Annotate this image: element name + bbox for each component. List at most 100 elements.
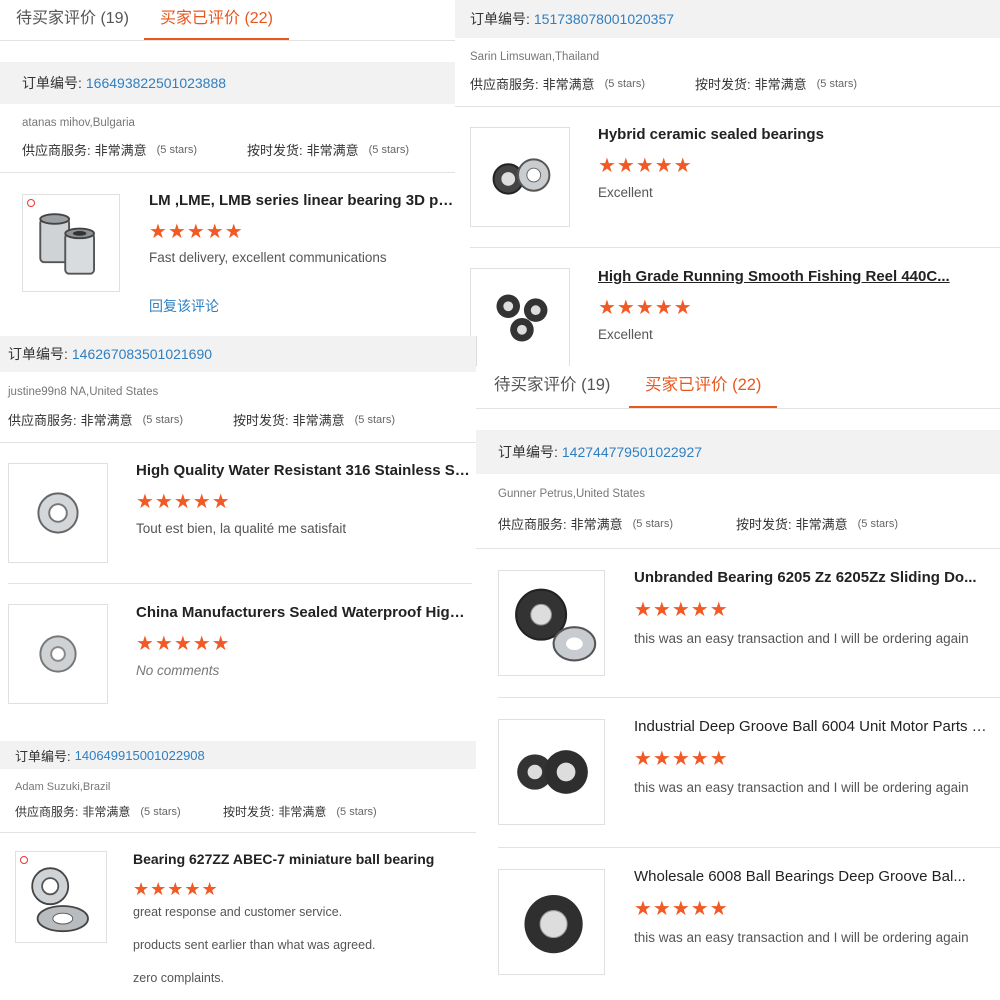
review-item: Wholesale 6008 Ball Bearings Deep Groove… — [476, 848, 1000, 998]
product-title-link[interactable]: Wholesale 6008 Ball Bearings Deep Groove… — [634, 868, 996, 885]
buyer-name: Gunner Petrus,United States — [498, 488, 646, 500]
review-item: Bearing 627ZZ ABEC-7 miniature ball bear… — [0, 833, 478, 1000]
seller-ratings: 供应商服务: 非常满意 (5 stars) 按时发货: 非常满意 (5 star… — [22, 140, 409, 159]
product-title-link[interactable]: Unbranded Bearing 6205 Zz 6205Zz Sliding… — [634, 569, 996, 586]
review-item: Hybrid ceramic sealed bearings ★★★★★ Exc… — [455, 106, 1000, 248]
ball-bearing-icon — [37, 492, 79, 534]
shipping-label: 按时发货: — [695, 77, 751, 92]
review-item: Unbranded Bearing 6205 Zz 6205Zz Sliding… — [476, 549, 1000, 697]
review-comment-line: great response and customer service. — [133, 905, 343, 919]
product-title-link[interactable]: Bearing 627ZZ ABEC-7 miniature ball bear… — [133, 851, 473, 867]
service-value: 非常满意 — [80, 413, 133, 428]
product-thumbnail[interactable] — [8, 463, 108, 563]
seller-ratings: 供应商服务: 非常满意 (5 stars) 按时发货: 非常满意 (5 star… — [470, 74, 857, 93]
tab-reviewed[interactable]: 买家已评价 (22) — [629, 366, 778, 408]
service-label: 供应商服务: — [15, 805, 79, 819]
shipping-value: 非常满意 — [292, 413, 345, 428]
ball-bearing-icon — [515, 588, 597, 662]
product-thumbnail[interactable] — [498, 719, 605, 825]
service-label: 供应商服务: — [470, 77, 539, 92]
rating-stars: ★★★★★ — [136, 633, 231, 655]
shipping-stars: (5 stars) — [336, 805, 377, 818]
review-comment: Tout est bien, la qualité me satisfait — [136, 521, 347, 536]
service-stars: (5 stars) — [604, 77, 645, 90]
product-thumbnail[interactable] — [498, 570, 605, 676]
review-comment: No comments — [136, 663, 220, 678]
rating-stars: ★★★★★ — [136, 491, 231, 513]
order-number-link[interactable]: 166493822501023888 — [86, 75, 226, 91]
review-item: High Grade Running Smooth Fishing Reel 4… — [455, 248, 1000, 366]
review-comment: Excellent — [598, 185, 653, 200]
order-number-link[interactable]: 140649915001022908 — [75, 748, 205, 763]
order-number-link[interactable]: 142744779501022927 — [562, 444, 702, 460]
shipping-stars: (5 stars) — [857, 517, 898, 530]
order-bar: 订单编号: 146267083501021690 — [0, 336, 476, 372]
order-label: 订单编号: — [15, 748, 71, 764]
buyer-name: atanas mihov,Bulgaria — [22, 117, 135, 129]
ball-bearing-icon — [496, 294, 548, 342]
product-thumbnail[interactable] — [498, 869, 605, 975]
seller-ratings: 供应商服务: 非常满意 (5 stars) 按时发货: 非常满意 (5 star… — [15, 803, 377, 820]
ball-bearing-icon — [517, 750, 588, 794]
product-thumbnail[interactable] — [8, 604, 108, 704]
review-item: Industrial Deep Groove Ball 6004 Unit Mo… — [476, 698, 1000, 848]
order-bar: 订单编号: 140649915001022908 — [0, 741, 478, 769]
shipping-value: 非常满意 — [795, 517, 848, 532]
product-title-link[interactable]: High Grade Running Smooth Fishing Reel 4… — [598, 268, 988, 285]
product-title-link[interactable]: Hybrid ceramic sealed bearings — [598, 126, 988, 143]
rating-stars: ★★★★★ — [598, 155, 693, 177]
shipping-stars: (5 stars) — [816, 77, 857, 90]
service-value: 非常满意 — [570, 517, 623, 532]
review-comment: this was an easy transaction and I will … — [634, 780, 969, 795]
product-title-link[interactable]: China Manufacturers Sealed Waterproof Hi… — [136, 604, 472, 621]
order-label: 订单编号: — [470, 11, 530, 27]
ball-bearing-icon — [492, 158, 551, 195]
review-panel-c: 订单编号: 146267083501021690 justine99n8 NA,… — [0, 336, 477, 741]
rating-stars: ★★★★★ — [598, 297, 693, 319]
service-stars: (5 stars) — [142, 413, 183, 426]
ball-bearing-icon — [31, 867, 89, 933]
rating-stars: ★★★★★ — [634, 898, 729, 920]
shipping-label: 按时发货: — [233, 413, 289, 428]
badge-icon — [20, 856, 28, 864]
review-comment: this was an easy transaction and I will … — [634, 631, 969, 646]
review-panel-b: 订单编号: 151738078001020357 Sarin Limsuwan,… — [455, 0, 1000, 366]
order-label: 订单编号: — [22, 75, 82, 91]
service-stars: (5 stars) — [156, 143, 197, 156]
review-comment: Fast delivery, excellent communications — [149, 250, 387, 265]
product-thumbnail[interactable] — [22, 194, 120, 292]
order-bar: 订单编号: 142744779501022927 — [476, 430, 1000, 474]
ball-bearing-icon — [39, 635, 77, 673]
seller-ratings: 供应商服务: 非常满意 (5 stars) 按时发货: 非常满意 (5 star… — [498, 514, 898, 533]
product-title-link[interactable]: Industrial Deep Groove Ball 6004 Unit Mo… — [634, 718, 996, 735]
review-tabs: 待买家评价 (19) 买家已评价 (22) — [16, 0, 289, 40]
reply-review-link[interactable]: 回复该评论 — [149, 296, 219, 316]
rating-stars: ★★★★★ — [133, 879, 219, 899]
order-number-link[interactable]: 146267083501021690 — [72, 346, 212, 362]
service-value: 非常满意 — [542, 77, 595, 92]
product-title-link[interactable]: LM ,LME, LMB series linear bearing 3D pr… — [149, 192, 455, 209]
service-stars: (5 stars) — [140, 805, 181, 818]
shipping-value: 非常满意 — [306, 143, 359, 158]
order-number-link[interactable]: 151738078001020357 — [534, 11, 674, 27]
review-comment-line: zero complaints. — [133, 971, 225, 985]
rating-stars: ★★★★★ — [634, 748, 729, 770]
order-label: 订单编号: — [8, 346, 68, 362]
review-panel-e: 待买家评价 (19) 买家已评价 (22) 订单编号: 142744779501… — [476, 366, 1000, 1000]
tab-pending-review[interactable]: 待买家评价 (19) — [494, 366, 629, 408]
review-item: High Quality Water Resistant 316 Stainle… — [0, 442, 476, 583]
tab-pending-review[interactable]: 待买家评价 (19) — [16, 0, 144, 40]
tab-reviewed[interactable]: 买家已评价 (22) — [144, 0, 289, 40]
service-value: 非常满意 — [94, 143, 147, 158]
product-thumbnail[interactable] — [15, 851, 107, 943]
buyer-name: justine99n8 NA,United States — [8, 386, 159, 398]
review-comment-line: products sent earlier than what was agre… — [133, 938, 376, 952]
rating-stars: ★★★★★ — [634, 599, 729, 621]
product-thumbnail[interactable] — [470, 268, 570, 366]
review-panel-d: 订单编号: 140649915001022908 Adam Suzuki,Bra… — [0, 741, 478, 1000]
service-label: 供应商服务: — [22, 143, 91, 158]
review-item: China Manufacturers Sealed Waterproof Hi… — [0, 584, 476, 741]
product-title-link[interactable]: High Quality Water Resistant 316 Stainle… — [136, 462, 472, 479]
shipping-value: 非常满意 — [278, 805, 327, 819]
product-thumbnail[interactable] — [470, 127, 570, 227]
